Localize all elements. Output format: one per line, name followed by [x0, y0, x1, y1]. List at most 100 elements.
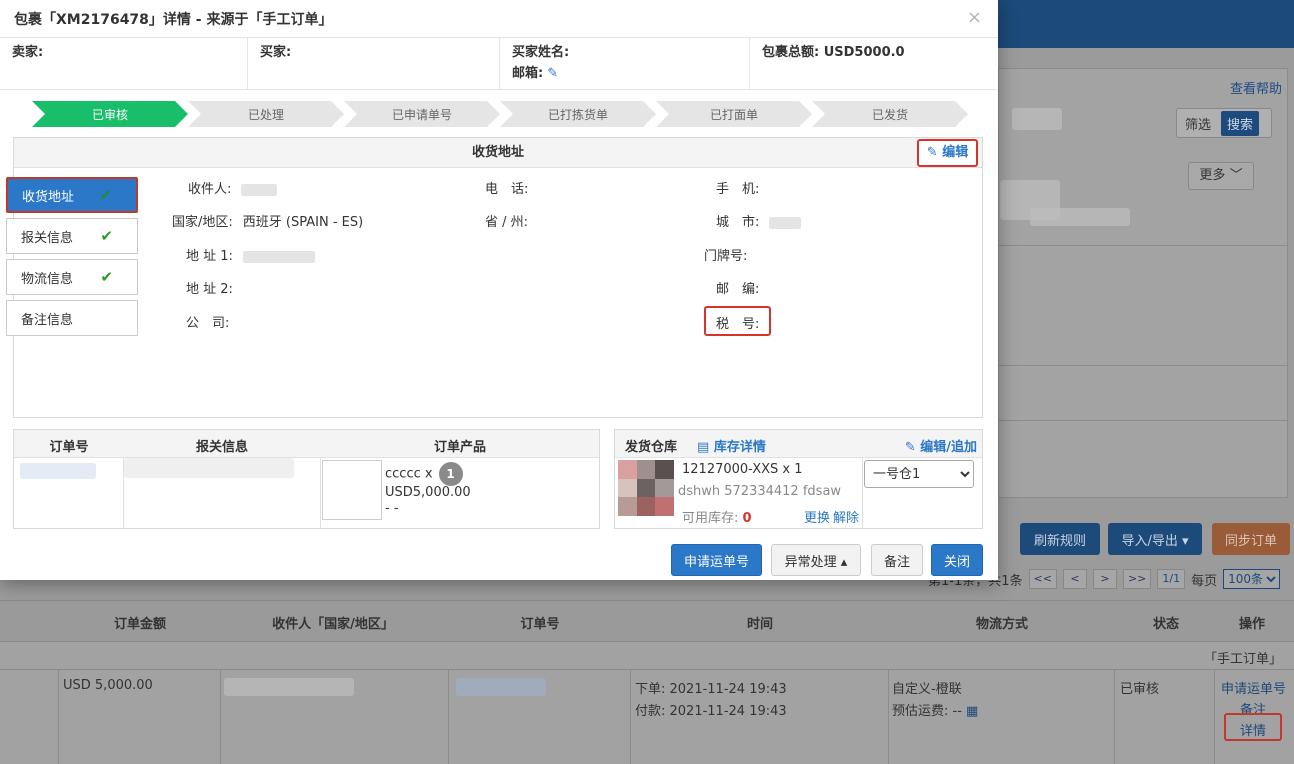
pager-last-button[interactable]: >>	[1122, 569, 1152, 589]
per-page-label: 每页	[1191, 573, 1218, 589]
row-amount: USD 5,000.00	[63, 678, 153, 693]
per-page-select[interactable]: 100条	[1223, 569, 1281, 589]
blurred-content	[1012, 108, 1062, 130]
orders-table-header: 订单金额 收件人「国家/地区」 订单号 时间 物流方式 状态 操作	[0, 600, 1294, 642]
import-export-button[interactable]: 导入/导出 ▾	[1108, 523, 1202, 555]
edit-address-button[interactable]: ✎ 编辑	[917, 139, 978, 167]
close-icon[interactable]: ×	[967, 7, 982, 28]
company-field: 公 司:	[186, 316, 230, 331]
col-recipient: 收件人「国家/地区」	[272, 617, 394, 632]
help-link[interactable]: 查看帮助	[1230, 78, 1282, 97]
step-applied: 已申请单号	[344, 101, 500, 127]
edit-add-link[interactable]: ✎ 编辑/追加	[905, 436, 977, 455]
blurred-customs	[124, 458, 294, 478]
col-customs: 报关信息	[195, 440, 249, 455]
row-shipping: 自定义-橙联	[892, 682, 962, 697]
product-price: USD5,000.00	[385, 485, 471, 500]
order-table: 订单号 报关信息 订单产品	[13, 429, 600, 529]
tab-remark-info[interactable]: 备注信息	[6, 300, 138, 336]
warehouse-header: 发货仓库 ▤ 库存详情 ✎ 编辑/追加	[615, 430, 982, 458]
document-icon: ▤	[697, 440, 710, 455]
row-est-fee: 预估运费: -- ▦	[892, 704, 979, 719]
edit-email-icon[interactable]: ✎	[547, 66, 558, 81]
apply-tracking-button[interactable]: 申请运单号	[671, 544, 762, 576]
tab-shipping-address[interactable]: 收货地址 ✔	[6, 177, 138, 213]
address1-field: 地 址 1:	[186, 245, 315, 264]
detail-highlight	[1224, 713, 1282, 741]
search-button[interactable]: 搜索	[1221, 110, 1260, 136]
edit-icon: ✎	[926, 145, 938, 160]
modal-title: 包裹「XM2176478」详情 - 来源于「手工订单」	[14, 12, 333, 28]
product-sku: ccccc x1	[385, 462, 463, 486]
available-stock: 可用库存: 0	[682, 511, 752, 526]
edit-icon: ✎	[904, 440, 916, 455]
filter-search-group: 筛选 搜索	[1176, 108, 1272, 138]
col-order-number: 订单号	[49, 440, 89, 455]
source-tag: 「手工订单」	[1203, 652, 1282, 667]
step-processed: 已处理	[188, 101, 344, 127]
zip-field: 邮 编:	[716, 282, 760, 297]
divider	[998, 365, 1288, 366]
country-field: 国家/地区: 西班牙 (SPAIN - ES)	[172, 215, 364, 230]
pager-prev-button[interactable]: <	[1062, 569, 1087, 589]
mobile-field: 手 机:	[716, 182, 760, 197]
source-row: 「手工订单」	[0, 642, 1294, 670]
row-apply-link[interactable]: 申请运单号	[1221, 678, 1286, 697]
refresh-rule-button[interactable]: 刷新规则	[1020, 523, 1100, 555]
product-thumbnail	[322, 460, 382, 520]
house-number-field: 门牌号:	[704, 249, 748, 264]
row-pay-time: 付款: 2021-11-24 19:43	[635, 704, 787, 719]
divider	[998, 420, 1288, 421]
pager-next-button[interactable]: >	[1092, 569, 1117, 589]
city-field: 城 市:	[716, 211, 802, 230]
warehouse-sku: 12127000-XXS x 1	[682, 462, 803, 477]
exception-button[interactable]: 异常处理 ▴	[771, 544, 861, 576]
step-reviewed: 已审核	[32, 101, 188, 127]
warehouse-desc: dshwh 572334412 fdsaw	[678, 484, 842, 499]
row-status: 已审核	[1120, 682, 1160, 697]
pager-first-button[interactable]: <<	[1028, 569, 1057, 589]
pager-current: 1/1	[1157, 569, 1186, 589]
row-order-time: 下单: 2021-11-24 19:43	[635, 682, 787, 697]
blurred-order-number	[20, 463, 96, 479]
more-dropdown[interactable]: 更多 ﹀	[1188, 162, 1254, 190]
order-table-header: 订单号 报关信息 订单产品	[14, 430, 599, 458]
total-cell: 包裹总额: USD5000.0	[762, 45, 905, 60]
divider	[998, 245, 1288, 246]
province-field: 省 / 州:	[485, 215, 529, 230]
calculator-icon[interactable]: ▦	[966, 704, 978, 719]
step-picklist: 已打拣货单	[500, 101, 656, 127]
col-actions: 操作	[1238, 617, 1266, 632]
qty-badge: 1	[438, 462, 463, 486]
col-order-no: 订单号	[520, 617, 560, 632]
recipient-field: 收件人:	[188, 178, 278, 197]
package-info-row: 卖家: 买家: 买家姓名: 邮箱: ✎ 包裹总额: USD5000.0	[0, 38, 998, 90]
stock-detail-link[interactable]: ▤ 库存详情	[697, 436, 766, 455]
check-icon: ✔	[100, 227, 113, 245]
remark-button[interactable]: 备注	[871, 544, 923, 576]
check-icon: ✔	[99, 186, 112, 204]
buyer-name-cell: 买家姓名: 邮箱: ✎	[500, 38, 750, 89]
blurred-recipient	[224, 678, 354, 696]
warehouse-select[interactable]: 一号仓1	[864, 460, 974, 488]
package-detail-modal: 包裹「XM2176478」详情 - 来源于「手工订单」 × 卖家: 买家: 买家…	[0, 0, 998, 580]
tab-logistics-info[interactable]: 物流信息 ✔	[6, 259, 138, 295]
col-time: 时间	[746, 617, 774, 632]
close-button[interactable]: 关闭	[931, 544, 983, 576]
sync-orders-button[interactable]: 同步订单	[1212, 523, 1290, 555]
release-link[interactable]: 解除	[833, 507, 859, 526]
replace-link[interactable]: 更换	[804, 507, 830, 526]
buyer-cell: 买家:	[248, 38, 500, 89]
filter-button[interactable]: 筛选	[1185, 114, 1211, 133]
tax-number-highlight	[704, 306, 771, 336]
step-label: 已打面单	[656, 101, 812, 127]
phone-field: 电 话:	[485, 182, 529, 197]
address-panel-title: 收货地址 ✎ 编辑	[14, 138, 982, 168]
seller-cell: 卖家:	[0, 38, 248, 89]
blurred-content	[1030, 208, 1130, 226]
col-products: 订单产品	[433, 440, 487, 455]
col-status: 状态	[1152, 617, 1180, 632]
modal-header: 包裹「XM2176478」详情 - 来源于「手工订单」 ×	[0, 0, 998, 38]
step-shipped: 已发货	[812, 101, 968, 127]
tab-customs-info[interactable]: 报关信息 ✔	[6, 218, 138, 254]
